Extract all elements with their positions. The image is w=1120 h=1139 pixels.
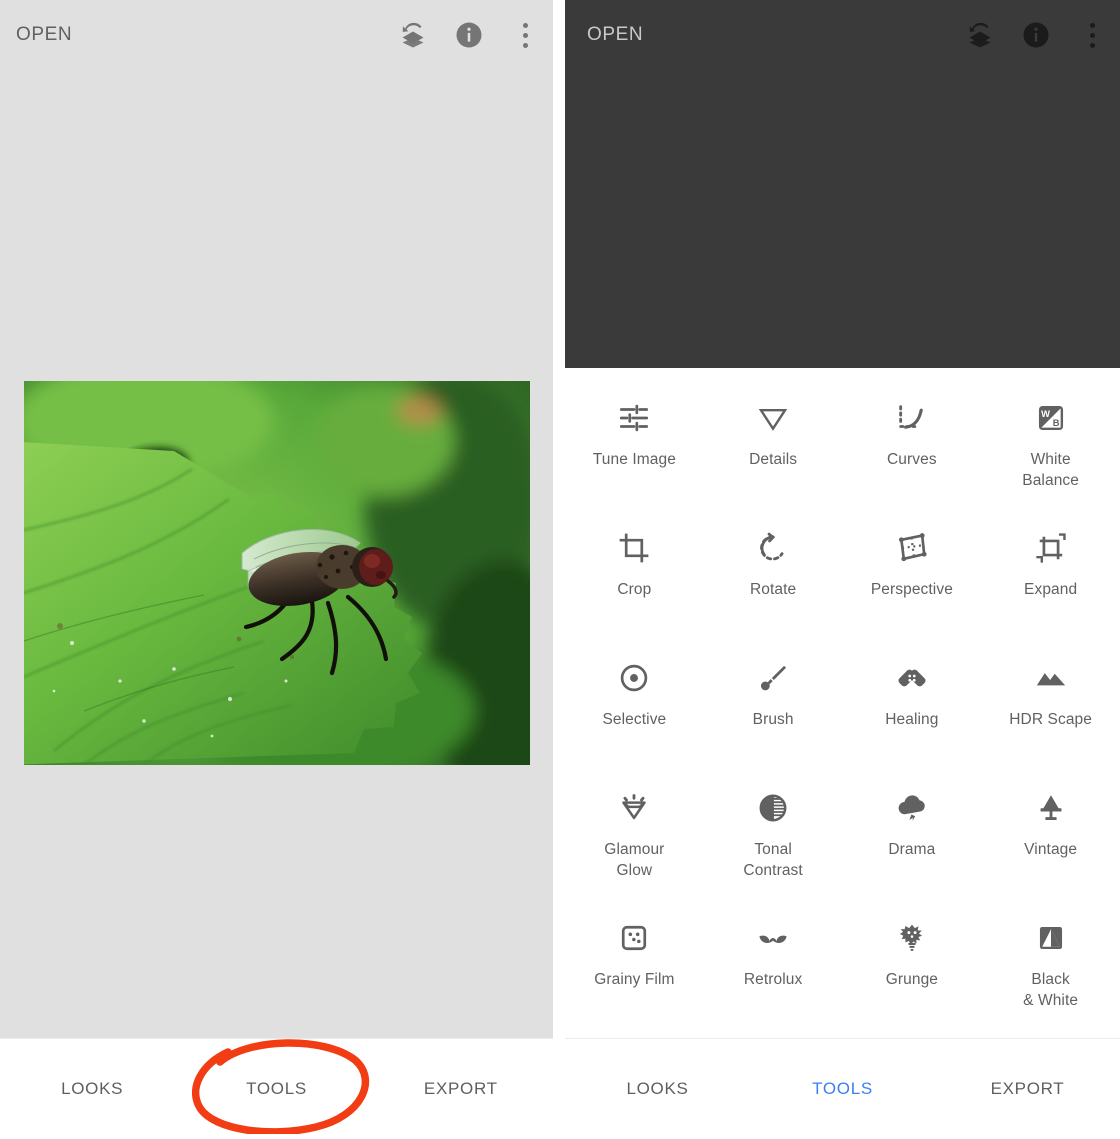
- tool-label: Drama: [888, 841, 936, 858]
- tool-selective[interactable]: Selective: [565, 642, 704, 772]
- nav-looks-right[interactable]: LOOKS: [565, 1079, 750, 1099]
- tool-label: Healing: [885, 711, 939, 728]
- retrolux-icon: [756, 916, 790, 960]
- tool-black-and-white[interactable]: Black & White: [981, 902, 1120, 1032]
- tool-label: Black & White: [1023, 971, 1079, 1010]
- nav-looks-left[interactable]: LOOKS: [0, 1079, 184, 1099]
- tool-expand[interactable]: Expand: [981, 512, 1120, 642]
- tonal-contrast-icon: [756, 786, 790, 830]
- tool-label: Rotate: [749, 581, 797, 598]
- details-icon: [756, 396, 790, 440]
- tool-hdr-scape[interactable]: HDR Scape: [981, 642, 1120, 772]
- tool-brush[interactable]: Brush: [704, 642, 843, 772]
- overflow-menu-icon[interactable]: [497, 7, 553, 63]
- tool-label: Crop: [617, 581, 652, 598]
- nav-tools-right[interactable]: TOOLS: [750, 1079, 935, 1099]
- svg-text:W: W: [1041, 409, 1050, 419]
- open-label-left[interactable]: OPEN: [16, 24, 72, 46]
- info-icon[interactable]: [1008, 7, 1064, 63]
- tool-label: Selective: [602, 711, 667, 728]
- nav-export-left[interactable]: EXPORT: [369, 1079, 553, 1099]
- tool-curves[interactable]: Curves: [843, 382, 982, 512]
- selective-icon: [617, 656, 651, 700]
- left-app-bar: OPEN: [0, 0, 553, 70]
- tool-retrolux[interactable]: Retrolux: [704, 902, 843, 1032]
- tool-label: Glamour Glow: [604, 841, 665, 880]
- curves-icon: [895, 396, 929, 440]
- tools-scroll-area[interactable]: Tune Image Details Curves W B White Bala…: [565, 368, 1120, 1038]
- tool-label: Perspective: [870, 581, 953, 598]
- grunge-icon: [895, 916, 929, 960]
- right-app-bar-actions: [952, 7, 1120, 63]
- info-icon[interactable]: [441, 7, 497, 63]
- glamour-glow-icon: [617, 786, 651, 830]
- tool-white-balance[interactable]: W B White Balance: [981, 382, 1120, 512]
- tool-label: Tune Image: [592, 451, 676, 468]
- tool-grainy-film[interactable]: Grainy Film: [565, 902, 704, 1032]
- left-panel: OPEN LOOKS TOOLS EXPORT: [0, 0, 553, 1139]
- black-and-white-icon: [1034, 916, 1068, 960]
- healing-icon: [895, 656, 929, 700]
- revert-stack-icon[interactable]: [385, 7, 441, 63]
- tool-label: White Balance: [1022, 451, 1079, 490]
- overflow-menu-icon[interactable]: [1064, 7, 1120, 63]
- expand-icon: [1034, 526, 1068, 570]
- svg-text:B: B: [1052, 418, 1059, 428]
- nav-export-right[interactable]: EXPORT: [935, 1079, 1120, 1099]
- tool-glamour-glow[interactable]: Glamour Glow: [565, 772, 704, 902]
- tool-perspective[interactable]: Perspective: [843, 512, 982, 642]
- rotate-icon: [756, 526, 790, 570]
- tool-label: HDR Scape: [1009, 711, 1092, 728]
- fly-on-leaf-photo: [24, 381, 530, 765]
- tool-label: Curves: [887, 451, 937, 468]
- nav-tools-left[interactable]: TOOLS: [184, 1079, 368, 1099]
- tool-label: Vintage: [1024, 841, 1078, 858]
- open-label-right[interactable]: OPEN: [587, 24, 643, 46]
- grainy-film-icon: [617, 916, 651, 960]
- white-balance-icon: W B: [1034, 396, 1068, 440]
- crop-icon: [617, 526, 651, 570]
- tool-label: Grunge: [885, 971, 939, 988]
- tool-label: Brush: [752, 711, 794, 728]
- right-bottom-nav: LOOKS TOOLS EXPORT: [565, 1038, 1120, 1139]
- left-app-bar-actions: [385, 7, 553, 63]
- right-app-bar: OPEN: [565, 0, 1120, 70]
- perspective-icon: [895, 526, 929, 570]
- photo-preview[interactable]: [24, 381, 530, 765]
- tool-grunge[interactable]: Grunge: [843, 902, 982, 1032]
- tool-label: Details: [749, 451, 798, 468]
- tool-vintage[interactable]: Vintage: [981, 772, 1120, 902]
- tool-details[interactable]: Details: [704, 382, 843, 512]
- tool-healing[interactable]: Healing: [843, 642, 982, 772]
- left-bottom-nav: LOOKS TOOLS EXPORT: [0, 1038, 553, 1139]
- tool-rotate[interactable]: Rotate: [704, 512, 843, 642]
- tools-grid: Tune Image Details Curves W B White Bala…: [565, 368, 1120, 1038]
- tool-tune-image[interactable]: Tune Image: [565, 382, 704, 512]
- tool-label: Retrolux: [743, 971, 803, 988]
- right-panel: OPEN Tune Image Details Curves W B White…: [565, 0, 1120, 1139]
- revert-stack-icon[interactable]: [952, 7, 1008, 63]
- tool-tonal-contrast[interactable]: Tonal Contrast: [704, 772, 843, 902]
- screenshot-root: OPEN LOOKS TOOLS EXPORT OPEN Tune Image …: [0, 0, 1120, 1139]
- tune-image-icon: [617, 396, 651, 440]
- tool-crop[interactable]: Crop: [565, 512, 704, 642]
- vintage-icon: [1034, 786, 1068, 830]
- hdr-scape-icon: [1034, 656, 1068, 700]
- drama-icon: [895, 786, 929, 830]
- tool-label: Expand: [1024, 581, 1078, 598]
- tool-label: Grainy Film: [594, 971, 675, 988]
- tool-drama[interactable]: Drama: [843, 772, 982, 902]
- tool-label: Tonal Contrast: [743, 841, 803, 880]
- brush-icon: [756, 656, 790, 700]
